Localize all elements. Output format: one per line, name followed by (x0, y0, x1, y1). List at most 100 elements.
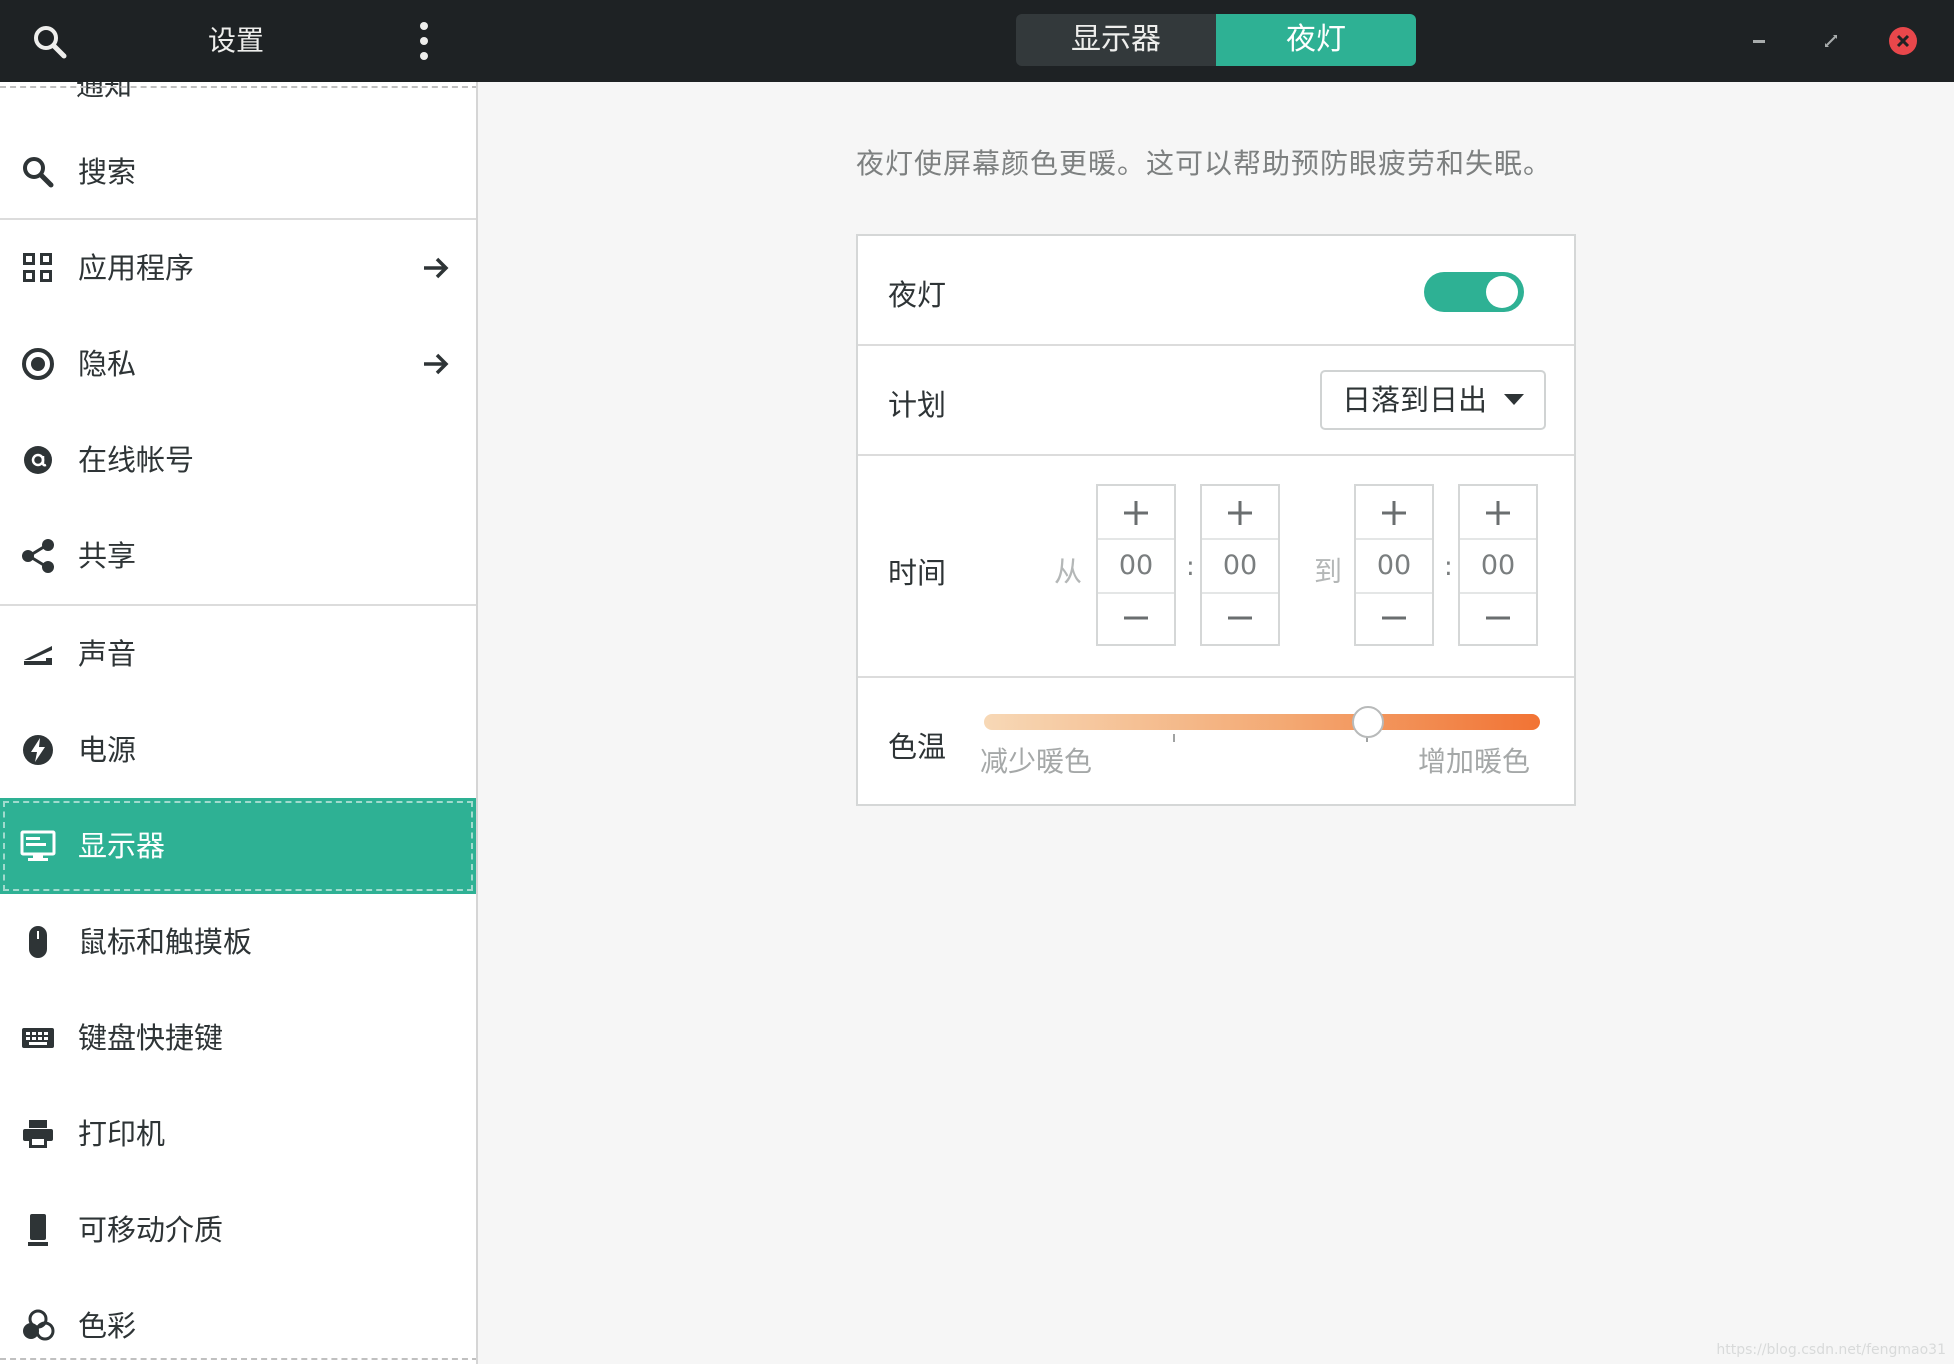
sidebar-item-label: 显示器 (78, 829, 166, 863)
from-hours-spinner: 00 (1096, 484, 1176, 646)
time-separator: : (1186, 552, 1195, 582)
night-light-row: 夜灯 (858, 236, 1574, 346)
minimize-button[interactable] (1742, 24, 1776, 58)
night-light-label: 夜灯 (888, 278, 947, 312)
increment-button[interactable] (1356, 486, 1432, 540)
close-icon (1889, 27, 1917, 55)
sidebar-item-sharing[interactable]: 共享 (0, 508, 476, 604)
from-hours-value[interactable]: 00 (1098, 540, 1174, 592)
to-hours-value[interactable]: 00 (1356, 540, 1432, 592)
sound-icon (24, 646, 52, 665)
sidebar-item-mouse-touchpad[interactable]: 鼠标和触摸板 (0, 894, 476, 990)
slider-tick (1173, 734, 1175, 742)
arrow-right-icon (424, 257, 449, 279)
sidebar-item-label: 打印机 (78, 1117, 166, 1151)
maximize-icon (1825, 35, 1837, 47)
sidebar-item-applications[interactable]: 应用程序 (0, 220, 476, 316)
arrow-right-icon (424, 353, 449, 375)
header-bar: 设置 显示器 夜灯 (0, 0, 1954, 82)
minus-icon (1228, 616, 1252, 620)
decrement-button[interactable] (1356, 592, 1432, 644)
night-light-description: 夜灯使屏幕颜色更暖。这可以帮助预防眼疲劳和失眠。 (856, 147, 1553, 180)
slider-handle[interactable] (1352, 706, 1384, 738)
sidebar-item-removable-media[interactable]: 可移动介质 (0, 1182, 476, 1278)
sidebar-item-sound[interactable]: 声音 (0, 606, 476, 702)
search-icon (23, 157, 54, 188)
switch-knob (1486, 276, 1518, 308)
view-switcher: 显示器 夜灯 (1016, 14, 1416, 66)
sidebar-item-displays[interactable]: 显示器 (0, 798, 476, 894)
increment-button[interactable] (1098, 486, 1174, 540)
plus-icon (1382, 501, 1406, 525)
to-minutes-value[interactable]: 00 (1460, 540, 1536, 592)
plus-icon (1124, 501, 1148, 525)
search-icon (34, 26, 67, 59)
color-icon (23, 1309, 55, 1341)
power-icon (23, 735, 53, 765)
from-minutes-value[interactable]: 00 (1202, 540, 1278, 592)
color-temperature-label: 色温 (888, 730, 947, 764)
minimize-icon (1753, 40, 1765, 43)
sidebar-item-label: 鼠标和触摸板 (78, 925, 253, 959)
time-separator: : (1444, 552, 1453, 582)
tab-display[interactable]: 显示器 (1016, 14, 1216, 66)
settings-window: 设置 显示器 夜灯 通知 搜索 应用程序 隐私 在线帐号 共享 声音 电源 显示… (0, 0, 1954, 1364)
decrement-button[interactable] (1098, 592, 1174, 644)
sidebar-item-label: 可移动介质 (78, 1213, 224, 1247)
sidebar: 通知 搜索 应用程序 隐私 在线帐号 共享 声音 电源 显示器 鼠标和触摸板 键… (0, 82, 478, 1364)
sidebar-item-online-accounts[interactable]: 在线帐号 (0, 412, 476, 508)
sidebar-item-label: 应用程序 (78, 251, 195, 285)
time-row: 时间 从 00 : 00 到 00 : 00 (858, 456, 1574, 678)
increment-button[interactable] (1460, 486, 1536, 540)
minus-icon (1486, 616, 1510, 620)
tab-night-light[interactable]: 夜灯 (1216, 14, 1416, 66)
increment-button[interactable] (1202, 486, 1278, 540)
at-sign-icon (24, 446, 52, 474)
removable-media-icon (28, 1214, 48, 1246)
sidebar-item-keyboard-shortcuts[interactable]: 键盘快捷键 (0, 990, 476, 1086)
sidebar-item-label: 电源 (78, 733, 137, 767)
minus-icon (1382, 616, 1406, 620)
decrement-button[interactable] (1460, 592, 1536, 644)
close-button[interactable] (1886, 24, 1920, 58)
sidebar-item-power[interactable]: 电源 (0, 702, 476, 798)
sidebar-item-label: 色彩 (78, 1309, 137, 1343)
printer-icon (23, 1120, 53, 1148)
decrement-button[interactable] (1202, 592, 1278, 644)
sidebar-item-label: 共享 (78, 539, 137, 573)
sidebar-item-privacy[interactable]: 隐私 (0, 316, 476, 412)
night-light-settings-frame: 夜灯 计划 日落到日出 时间 从 00 : 00 到 00: 00 色温 减少… (856, 234, 1576, 806)
search-button[interactable] (30, 22, 70, 62)
privacy-icon (22, 348, 54, 380)
to-label: 到 (1314, 555, 1343, 588)
to-minutes-spinner: 00 (1458, 484, 1538, 646)
display-icon (20, 830, 56, 861)
color-temperature-slider[interactable] (984, 714, 1540, 730)
plus-icon (1486, 501, 1510, 525)
maximize-button[interactable] (1814, 24, 1848, 58)
schedule-label: 计划 (888, 388, 947, 422)
sidebar-item-label: 在线帐号 (78, 443, 195, 477)
sidebar-item-label: 键盘快捷键 (78, 1021, 224, 1055)
schedule-row: 计划 日落到日出 (858, 346, 1574, 456)
night-light-switch[interactable] (1424, 272, 1524, 312)
dropdown-arrow-icon (1504, 394, 1524, 405)
focus-ring (3, 801, 473, 891)
vertical-dots-icon (420, 22, 428, 60)
time-label: 时间 (888, 556, 947, 590)
from-minutes-spinner: 00 (1200, 484, 1280, 646)
color-temperature-row: 色温 减少暖色 增加暖色 (858, 678, 1574, 804)
sidebar-item-color[interactable]: 色彩 (0, 1278, 476, 1364)
sidebar-item-search[interactable]: 搜索 (0, 124, 476, 220)
to-hours-spinner: 00 (1354, 484, 1434, 646)
schedule-value: 日落到日出 (1342, 383, 1488, 417)
window-title: 设置 (207, 24, 264, 57)
schedule-dropdown[interactable]: 日落到日出 (1320, 370, 1546, 430)
keyboard-icon (22, 1028, 54, 1048)
sidebar-item-printers[interactable]: 打印机 (0, 1086, 476, 1182)
share-icon (22, 539, 54, 573)
slider-min-label: 减少暖色 (980, 745, 1093, 778)
primary-menu-button[interactable] (404, 18, 444, 64)
plus-icon (1228, 501, 1252, 525)
from-label: 从 (1054, 555, 1083, 588)
